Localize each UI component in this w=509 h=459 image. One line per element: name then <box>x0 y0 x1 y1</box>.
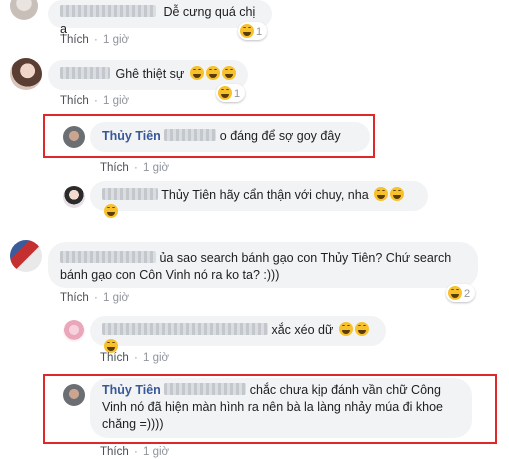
haha-reaction-icon <box>240 24 254 38</box>
blurred-username <box>60 251 156 263</box>
laughing-emoji <box>104 204 118 218</box>
highlight-box <box>43 374 497 444</box>
reaction-count[interactable]: 2 <box>446 284 476 302</box>
blurred-username <box>60 67 110 79</box>
laughing-emoji <box>390 187 405 201</box>
timestamp[interactable]: 1 giờ <box>103 95 129 107</box>
reaction-count[interactable]: 1 <box>238 22 268 40</box>
like-link[interactable]: Thích <box>60 292 89 304</box>
avatar[interactable] <box>63 186 85 208</box>
highlight-box <box>43 114 375 158</box>
comment-text: Thủy Tiên hãy cẩn thận với chuy, nha <box>161 188 369 202</box>
laughing-emoji <box>354 322 369 336</box>
haha-reaction-icon <box>448 286 462 300</box>
comment-meta: Thích · 1 giờ <box>100 446 170 458</box>
avatar[interactable] <box>10 240 42 272</box>
comment-meta: Thích · 1 giờ <box>100 352 170 364</box>
blurred-username <box>102 188 158 200</box>
blurred-username <box>60 5 156 17</box>
laughing-emoji <box>205 66 220 80</box>
like-link[interactable]: Thích <box>100 162 129 174</box>
like-link[interactable]: Thích <box>60 95 89 107</box>
like-link[interactable]: Thích <box>100 446 129 458</box>
laughing-emoji <box>189 66 204 80</box>
avatar[interactable] <box>10 58 42 90</box>
blurred-username <box>102 323 268 335</box>
like-link[interactable]: Thích <box>100 352 129 364</box>
laughing-emoji <box>374 187 389 201</box>
like-link[interactable]: Thích <box>60 34 89 46</box>
timestamp[interactable]: 1 giờ <box>143 162 169 174</box>
comment-bubble: ủa sao search bánh gạo con Thủy Tiên? Ch… <box>48 242 478 288</box>
reaction-count[interactable]: 1 <box>216 84 246 102</box>
comment-bubble: Thủy Tiên hãy cẩn thận với chuy, nha <box>90 181 428 218</box>
timestamp[interactable]: 1 giờ <box>143 446 169 458</box>
laughing-emoji <box>221 66 236 80</box>
comment-bubble: Dễ cưng quá chị ạ <box>48 0 272 36</box>
comment-meta: Thích · 1 giờ <box>60 95 130 107</box>
laughing-emoji <box>104 339 118 353</box>
avatar[interactable] <box>10 0 38 20</box>
haha-reaction-icon <box>218 86 232 100</box>
timestamp[interactable]: 1 giờ <box>103 292 129 304</box>
comment-meta: Thích · 1 giờ <box>100 162 170 174</box>
comment-bubble: xắc xéo dữ <box>90 316 386 353</box>
avatar[interactable] <box>63 320 85 342</box>
timestamp[interactable]: 1 giờ <box>103 34 129 46</box>
comment-text-line: bánh gạo con Côn Vinh nó ra ko ta? :))) <box>60 268 280 282</box>
comment-meta: Thích · 1 giờ <box>60 34 130 46</box>
comment-text: xắc xéo dữ <box>271 323 334 337</box>
comment-text: Ghê thiệt sự <box>115 67 185 81</box>
laughing-emoji <box>338 322 353 336</box>
comment-text-line: ủa sao search bánh gạo con Thủy Tiên? Ch… <box>159 251 452 265</box>
timestamp[interactable]: 1 giờ <box>143 352 169 364</box>
comment-meta: Thích · 1 giờ <box>60 292 130 304</box>
